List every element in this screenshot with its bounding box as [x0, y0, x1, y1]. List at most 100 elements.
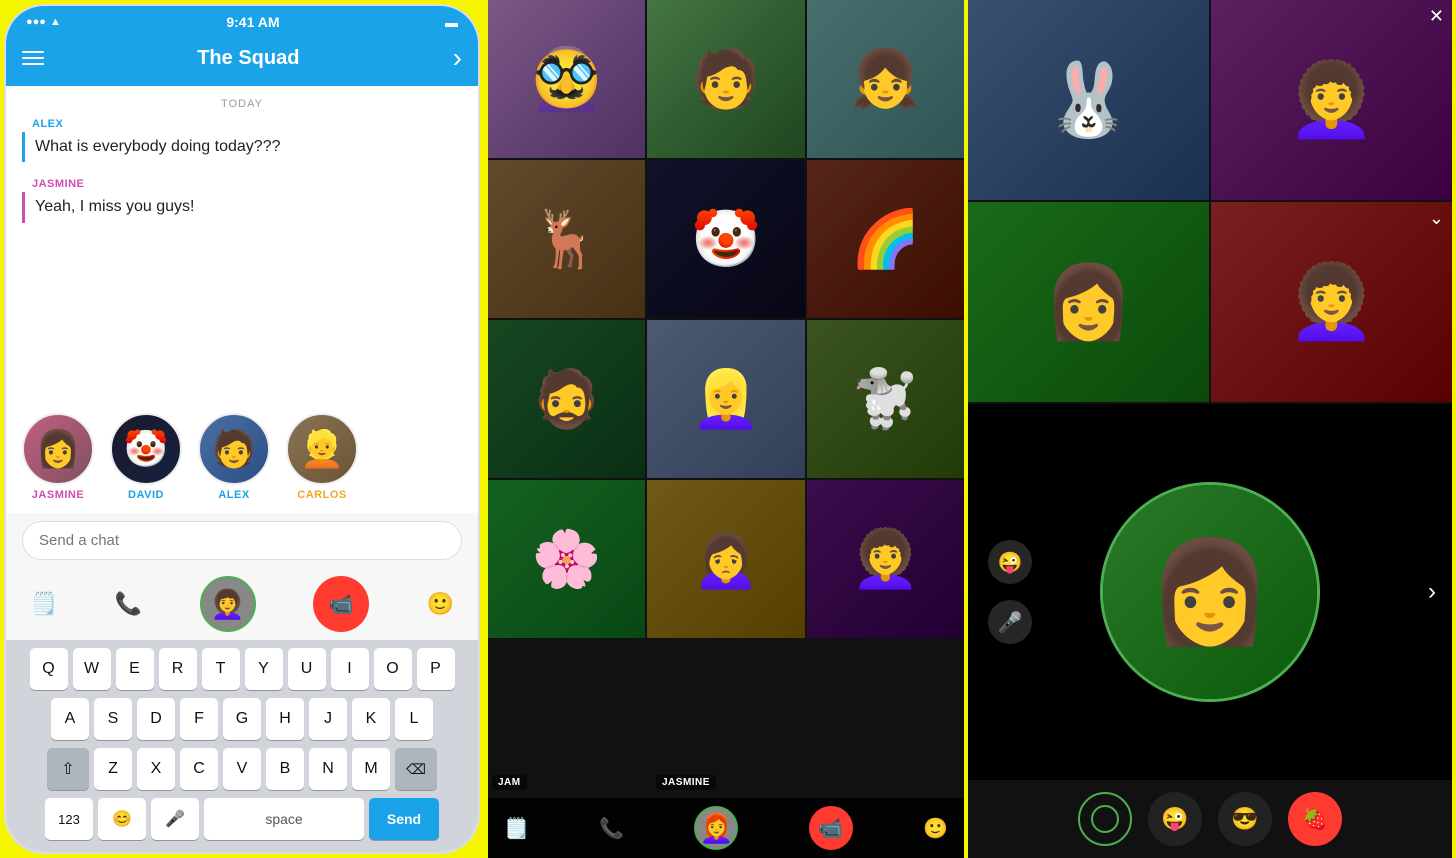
forward-icon[interactable]: ›: [453, 42, 462, 74]
action-bar: 🗒️ 📞 👩‍🦱 📹 🙂: [6, 568, 478, 640]
chat-area: TODAY ALEX What is everybody doing today…: [6, 86, 478, 401]
message-jasmine: JASMINE Yeah, I miss you guys!: [22, 178, 462, 222]
sender-jasmine: JASMINE: [22, 178, 462, 190]
status-time: 9:41 AM: [226, 14, 279, 30]
key-y[interactable]: Y: [245, 648, 283, 690]
key-j[interactable]: J: [309, 698, 347, 740]
video-cell-3[interactable]: 👧: [807, 0, 964, 158]
jam-label: JAM: [492, 775, 527, 790]
bottom-controls: 😜 😎 🍓: [968, 780, 1452, 858]
key-n[interactable]: N: [309, 748, 347, 790]
key-delete[interactable]: ⌫: [395, 748, 437, 790]
bubble-alex: What is everybody doing today???: [22, 132, 462, 162]
key-c[interactable]: C: [180, 748, 218, 790]
key-d[interactable]: D: [137, 698, 175, 740]
video-call-avatar[interactable]: 👩‍🦱: [200, 576, 256, 632]
battery-icon: ▬: [445, 15, 458, 30]
send-chat-bar: [6, 513, 478, 568]
sticker-icon[interactable]: 🗒️: [30, 591, 57, 617]
video-cell-5[interactable]: 🤡: [647, 160, 804, 318]
key-a[interactable]: A: [51, 698, 89, 740]
key-t[interactable]: T: [202, 648, 240, 690]
key-w[interactable]: W: [73, 648, 111, 690]
key-s[interactable]: S: [94, 698, 132, 740]
mic-icon[interactable]: 🎤: [988, 600, 1032, 644]
video-cell-1[interactable]: 👩‍🦳 🥸: [488, 0, 645, 158]
video-cell-10[interactable]: 🌸: [488, 480, 645, 638]
fruit-button[interactable]: 🍓: [1288, 792, 1342, 846]
key-x[interactable]: X: [137, 748, 175, 790]
jasmine-label: JASMINE: [656, 775, 716, 790]
key-m[interactable]: M: [352, 748, 390, 790]
close-icon[interactable]: ✕: [1429, 6, 1444, 27]
avatar-david[interactable]: 🤡 DAVID: [110, 413, 182, 501]
key-space[interactable]: space: [204, 798, 364, 840]
key-f[interactable]: F: [180, 698, 218, 740]
video-cell-11[interactable]: 🙍‍♀️: [647, 480, 804, 638]
video-cell-9[interactable]: 🐩: [807, 320, 964, 478]
avatar-alex[interactable]: 🧑 ALEX: [198, 413, 270, 501]
key-i[interactable]: I: [331, 648, 369, 690]
video-cell-4[interactable]: 🦌: [488, 160, 645, 318]
sg-cell-2[interactable]: 👩‍🦱 ✕: [1211, 0, 1452, 200]
key-k[interactable]: K: [352, 698, 390, 740]
emoji-icon[interactable]: 🙂: [427, 591, 454, 617]
key-g[interactable]: G: [223, 698, 261, 740]
bubble-jasmine: Yeah, I miss you guys!: [22, 192, 462, 222]
send-chat-input[interactable]: [22, 521, 462, 560]
sunglass-button[interactable]: 😎: [1218, 792, 1272, 846]
chevron-down-icon[interactable]: ⌄: [1429, 208, 1444, 229]
video-bottom-bar: 🗒️ 📞 👩‍🦰 📹 🙂: [488, 798, 964, 858]
avatar-jasmine[interactable]: 👩 JASMINE: [22, 413, 94, 501]
sg-cell-4[interactable]: 👩‍🦱 ⌄: [1211, 202, 1452, 402]
key-u[interactable]: U: [288, 648, 326, 690]
main-video-circle: 👩: [1100, 482, 1320, 702]
key-send[interactable]: Send: [369, 798, 439, 840]
key-e[interactable]: E: [116, 648, 154, 690]
record-button[interactable]: [1078, 792, 1132, 846]
lens-button[interactable]: 😜: [1148, 792, 1202, 846]
key-emoji[interactable]: 😊: [98, 798, 146, 840]
key-r[interactable]: R: [159, 648, 197, 690]
avatar-name-jasmine: JASMINE: [32, 489, 84, 501]
video-record-button[interactable]: 📹: [313, 576, 369, 632]
menu-button[interactable]: [22, 51, 44, 65]
vb-avatar[interactable]: 👩‍🦰: [694, 806, 738, 850]
avatar-name-alex: ALEX: [218, 489, 249, 501]
chat-title: The Squad: [197, 47, 299, 70]
video-cell-7[interactable]: 🧔: [488, 320, 645, 478]
video-cell-6[interactable]: 🌈: [807, 160, 964, 318]
vb-emoji-icon[interactable]: 🙂: [923, 816, 948, 841]
key-row-4: 123 😊 🎤 space Send: [10, 798, 474, 840]
vb-sticker-icon[interactable]: 🗒️: [504, 816, 529, 841]
key-h[interactable]: H: [266, 698, 304, 740]
phone-icon[interactable]: 📞: [115, 591, 142, 617]
sg-cell-1[interactable]: 🐰: [968, 0, 1209, 200]
key-q[interactable]: Q: [30, 648, 68, 690]
lens-switch-icon[interactable]: 😜: [988, 540, 1032, 584]
avatar-carlos[interactable]: 👱 CARLOS: [286, 413, 358, 501]
key-row-3: ⇧ Z X C V B N M ⌫: [10, 748, 474, 790]
video-cell-2[interactable]: 🧑: [647, 0, 804, 158]
vb-phone-icon[interactable]: 📞: [599, 816, 624, 841]
video-cell-12[interactable]: 👩‍🦱: [807, 480, 964, 638]
key-shift[interactable]: ⇧: [47, 748, 89, 790]
sg-cell-3[interactable]: 👩: [968, 202, 1209, 402]
wifi-icon: ▲: [50, 16, 61, 28]
key-p[interactable]: P: [417, 648, 455, 690]
key-l[interactable]: L: [395, 698, 433, 740]
video-grid-panel: 👩‍🦳 🥸 🧑 👧 🦌 🤡 🌈 🧔: [484, 0, 968, 858]
right-chevron-icon[interactable]: ›: [1428, 578, 1436, 606]
key-z[interactable]: Z: [94, 748, 132, 790]
key-b[interactable]: B: [266, 748, 304, 790]
key-v[interactable]: V: [223, 748, 261, 790]
vb-record-button[interactable]: 📹: [809, 806, 853, 850]
key-num[interactable]: 123: [45, 798, 93, 840]
video-cell-8[interactable]: 👱‍♀️: [647, 320, 804, 478]
status-bar: ●●● ▲ 9:41 AM ▬: [6, 6, 478, 34]
side-controls: 😜 🎤: [988, 540, 1032, 644]
key-o[interactable]: O: [374, 648, 412, 690]
message-alex: ALEX What is everybody doing today???: [22, 118, 462, 162]
key-mic[interactable]: 🎤: [151, 798, 199, 840]
video-grid: 👩‍🦳 🥸 🧑 👧 🦌 🤡 🌈 🧔: [488, 0, 964, 798]
